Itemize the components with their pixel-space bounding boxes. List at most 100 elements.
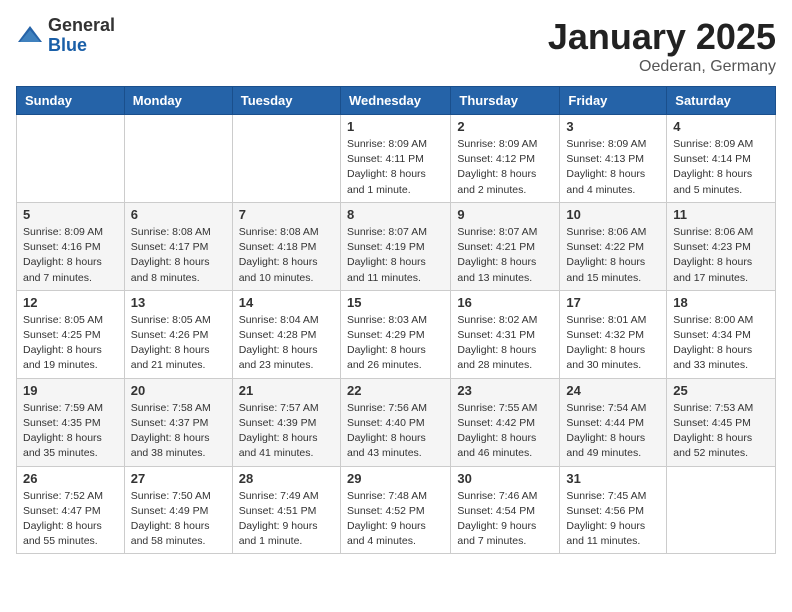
day-info: Sunrise: 7:52 AM Sunset: 4:47 PM Dayligh… [23, 489, 118, 550]
calendar-cell: 19Sunrise: 7:59 AM Sunset: 4:35 PM Dayli… [17, 378, 125, 466]
week-row-2: 5Sunrise: 8:09 AM Sunset: 4:16 PM Daylig… [17, 202, 776, 290]
day-number: 9 [457, 207, 553, 222]
calendar-cell: 12 Sunrise: 8:05 AM Sunset: 4:25 PM Dayli… [17, 290, 125, 378]
day-number: 7 [239, 207, 334, 222]
header-monday: Monday [124, 87, 232, 115]
calendar-cell: 1 Sunrise: 8:09 AM Sunset: 4:11 PM Daylig… [340, 115, 450, 203]
day-number: 31 [566, 471, 660, 486]
week-row-5: 26 Sunrise: 7:52 AM Sunset: 4:47 PM Dayli… [17, 466, 776, 554]
header-thursday: Thursday [451, 87, 560, 115]
calendar-cell: 17 Sunrise: 8:01 AM Sunset: 4:32 PM Dayli… [560, 290, 667, 378]
calendar-cell: 23 Sunrise: 7:55 AM Sunset: 4:42 PM Dayli… [451, 378, 560, 466]
location-text: Oederan, Germany [548, 58, 776, 76]
day-info: Sunrise: 7:55 AM Sunset: 4:42 PM Dayligh… [457, 401, 553, 462]
page-header: General Blue January 2025 Oederan, Germa… [16, 16, 776, 76]
calendar-cell: 31 Sunrise: 7:45 AM Sunset: 4:56 PM Dayli… [560, 466, 667, 554]
calendar-cell: 4 Sunrise: 8:09 AM Sunset: 4:14 PM Daylig… [667, 115, 776, 203]
title-block: January 2025 Oederan, Germany [548, 16, 776, 76]
logo-blue-text: Blue [48, 36, 115, 56]
calendar-cell: 2Sunrise: 8:09 AM Sunset: 4:12 PM Daylig… [451, 115, 560, 203]
day-info: Sunrise: 8:00 AM Sunset: 4:34 PM Dayligh… [673, 313, 769, 374]
day-number: 21 [239, 383, 334, 398]
calendar-cell: 7 Sunrise: 8:08 AM Sunset: 4:18 PM Daylig… [232, 202, 340, 290]
day-info: Sunrise: 7:49 AM Sunset: 4:51 PM Dayligh… [239, 489, 334, 550]
day-info: Sunrise: 7:58 AM Sunset: 4:37 PM Dayligh… [131, 401, 226, 462]
calendar-cell: 30 Sunrise: 7:46 AM Sunset: 4:54 PM Dayli… [451, 466, 560, 554]
day-number: 10 [566, 207, 660, 222]
day-number: 17 [566, 295, 660, 310]
day-info: Sunrise: 8:05 AM Sunset: 4:26 PM Dayligh… [131, 313, 226, 374]
day-number: 23 [457, 383, 553, 398]
day-number: 26 [23, 471, 118, 486]
day-info: Sunrise: 8:04 AM Sunset: 4:28 PM Dayligh… [239, 313, 334, 374]
calendar-cell: 18 Sunrise: 8:00 AM Sunset: 4:34 PM Dayli… [667, 290, 776, 378]
weekday-header-row: Sunday Monday Tuesday Wednesday Thursday… [17, 87, 776, 115]
day-info: Sunrise: 8:06 AM Sunset: 4:22 PM Dayligh… [566, 225, 660, 286]
calendar-cell [232, 115, 340, 203]
month-title: January 2025 [548, 16, 776, 58]
day-info: Sunrise: 8:02 AM Sunset: 4:31 PM Dayligh… [457, 313, 553, 374]
calendar-cell: 8 Sunrise: 8:07 AM Sunset: 4:19 PM Daylig… [340, 202, 450, 290]
day-number: 24 [566, 383, 660, 398]
day-info: Sunrise: 7:56 AM Sunset: 4:40 PM Dayligh… [347, 401, 444, 462]
calendar-cell: 5Sunrise: 8:09 AM Sunset: 4:16 PM Daylig… [17, 202, 125, 290]
day-info: Sunrise: 7:48 AM Sunset: 4:52 PM Dayligh… [347, 489, 444, 550]
calendar-cell [124, 115, 232, 203]
day-info: Sunrise: 8:08 AM Sunset: 4:17 PM Dayligh… [131, 225, 226, 286]
calendar-cell: 14Sunrise: 8:04 AM Sunset: 4:28 PM Dayli… [232, 290, 340, 378]
logo: General Blue [16, 16, 115, 56]
calendar-cell: 21 Sunrise: 7:57 AM Sunset: 4:39 PM Dayli… [232, 378, 340, 466]
day-number: 6 [131, 207, 226, 222]
day-info: Sunrise: 8:09 AM Sunset: 4:14 PM Dayligh… [673, 137, 769, 198]
calendar-cell: 10 Sunrise: 8:06 AM Sunset: 4:22 PM Dayli… [560, 202, 667, 290]
day-info: Sunrise: 8:01 AM Sunset: 4:32 PM Dayligh… [566, 313, 660, 374]
day-info: Sunrise: 8:08 AM Sunset: 4:18 PM Dayligh… [239, 225, 334, 286]
day-number: 25 [673, 383, 769, 398]
day-number: 11 [673, 207, 769, 222]
header-friday: Friday [560, 87, 667, 115]
day-info: Sunrise: 8:07 AM Sunset: 4:19 PM Dayligh… [347, 225, 444, 286]
calendar-cell: 13Sunrise: 8:05 AM Sunset: 4:26 PM Dayli… [124, 290, 232, 378]
calendar-cell: 16 Sunrise: 8:02 AM Sunset: 4:31 PM Dayli… [451, 290, 560, 378]
calendar-cell: 25 Sunrise: 7:53 AM Sunset: 4:45 PM Dayli… [667, 378, 776, 466]
calendar-cell: 24 Sunrise: 7:54 AM Sunset: 4:44 PM Dayli… [560, 378, 667, 466]
day-info: Sunrise: 8:05 AM Sunset: 4:25 PM Dayligh… [23, 313, 118, 374]
day-info: Sunrise: 8:09 AM Sunset: 4:11 PM Dayligh… [347, 137, 444, 198]
header-wednesday: Wednesday [340, 87, 450, 115]
week-row-1: 1 Sunrise: 8:09 AM Sunset: 4:11 PM Daylig… [17, 115, 776, 203]
day-number: 16 [457, 295, 553, 310]
calendar-cell: 6 Sunrise: 8:08 AM Sunset: 4:17 PM Daylig… [124, 202, 232, 290]
calendar-cell: 29Sunrise: 7:48 AM Sunset: 4:52 PM Dayli… [340, 466, 450, 554]
day-number: 8 [347, 207, 444, 222]
day-number: 20 [131, 383, 226, 398]
day-info: Sunrise: 7:46 AM Sunset: 4:54 PM Dayligh… [457, 489, 553, 550]
day-number: 12 [23, 295, 118, 310]
day-info: Sunrise: 7:54 AM Sunset: 4:44 PM Dayligh… [566, 401, 660, 462]
day-info: Sunrise: 8:09 AM Sunset: 4:13 PM Dayligh… [566, 137, 660, 198]
day-info: Sunrise: 8:07 AM Sunset: 4:21 PM Dayligh… [457, 225, 553, 286]
day-number: 22 [347, 383, 444, 398]
day-info: Sunrise: 7:50 AM Sunset: 4:49 PM Dayligh… [131, 489, 226, 550]
header-tuesday: Tuesday [232, 87, 340, 115]
calendar-cell: 26 Sunrise: 7:52 AM Sunset: 4:47 PM Dayli… [17, 466, 125, 554]
day-info: Sunrise: 7:53 AM Sunset: 4:45 PM Dayligh… [673, 401, 769, 462]
day-number: 1 [347, 119, 444, 134]
header-sunday: Sunday [17, 87, 125, 115]
calendar-cell: 3Sunrise: 8:09 AM Sunset: 4:13 PM Daylig… [560, 115, 667, 203]
calendar-cell [667, 466, 776, 554]
calendar-cell: 11Sunrise: 8:06 AM Sunset: 4:23 PM Dayli… [667, 202, 776, 290]
week-row-3: 12 Sunrise: 8:05 AM Sunset: 4:25 PM Dayli… [17, 290, 776, 378]
day-number: 30 [457, 471, 553, 486]
calendar-cell: 28Sunrise: 7:49 AM Sunset: 4:51 PM Dayli… [232, 466, 340, 554]
week-row-4: 19Sunrise: 7:59 AM Sunset: 4:35 PM Dayli… [17, 378, 776, 466]
calendar-cell [17, 115, 125, 203]
calendar-cell: 9 Sunrise: 8:07 AM Sunset: 4:21 PM Daylig… [451, 202, 560, 290]
day-number: 15 [347, 295, 444, 310]
day-info: Sunrise: 7:57 AM Sunset: 4:39 PM Dayligh… [239, 401, 334, 462]
day-info: Sunrise: 7:45 AM Sunset: 4:56 PM Dayligh… [566, 489, 660, 550]
logo-general-text: General [48, 16, 115, 36]
logo-icon [16, 22, 44, 50]
day-number: 4 [673, 119, 769, 134]
day-number: 18 [673, 295, 769, 310]
day-number: 27 [131, 471, 226, 486]
